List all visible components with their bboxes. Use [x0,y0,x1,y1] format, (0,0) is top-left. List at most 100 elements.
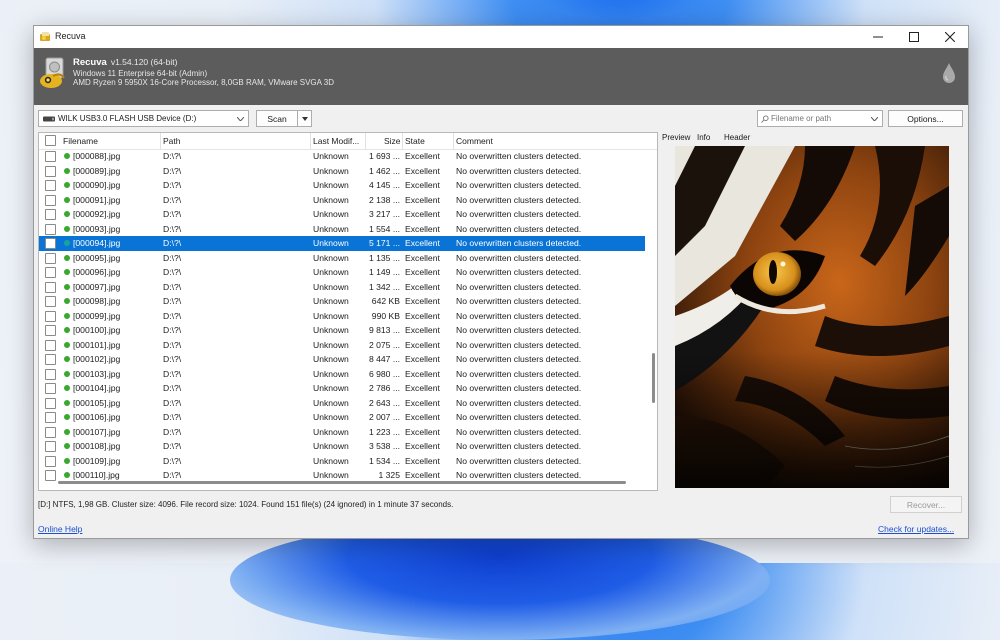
column-state[interactable]: State [405,136,425,146]
column-divider [365,133,366,149]
row-checkbox[interactable] [45,383,56,394]
table-row[interactable]: [000090].jpg D:\?\ Unknown 4 145 ... Excelle… [39,178,645,193]
cell-filename: [000096].jpg [73,267,121,277]
row-checkbox[interactable] [45,165,56,177]
table-row[interactable]: [000102].jpg D:\?\ Unknown 8 447 ... Excelle… [39,352,645,367]
cell-last-modified: Unknown [313,354,349,364]
table-row[interactable]: [000105].jpg D:\?\ Unknown 2 643 ... Excelle… [39,396,645,411]
table-row[interactable]: [000093].jpg D:\?\ Unknown 1 554 ... Excelle… [39,222,645,237]
list-header: Filename Path Last Modif... Size State C… [39,133,657,150]
row-checkbox[interactable] [45,339,56,351]
table-row[interactable]: [000109].jpg D:\?\ Unknown 1 534 ... Excelle… [39,454,645,469]
table-row[interactable]: [000108].jpg D:\?\ Unknown 3 538 ... Excelle… [39,439,645,454]
cell-last-modified: Unknown [313,426,349,437]
check-updates-link[interactable]: Check for updates... [878,524,954,534]
search-placeholder: Filename or path [771,114,832,123]
row-checkbox[interactable] [45,296,56,307]
column-comment[interactable]: Comment [456,136,493,146]
table-row[interactable]: [000089].jpg D:\?\ Unknown 1 462 ... Excelle… [39,164,645,179]
filename-search-input[interactable]: Filename or path [757,110,883,127]
table-row[interactable]: [000101].jpg D:\?\ Unknown 2 075 ... Excelle… [39,338,645,353]
row-checkbox[interactable] [45,238,56,249]
cell-state: Excellent [405,238,440,248]
tab-preview[interactable]: Preview [662,133,690,142]
cell-last-modified: Unknown [313,412,349,422]
horizontal-scrollbar[interactable] [58,481,626,484]
cell-path: D:\?\ [163,412,182,422]
row-checkbox[interactable] [45,267,56,278]
cell-filename: [000102].jpg [73,354,121,364]
cell-state: Excellent [405,325,440,335]
cell-comment: No overwritten clusters detected. [456,252,582,263]
table-row[interactable]: [000107].jpg D:\?\ Unknown 1 223 ... Excelle… [39,425,645,440]
select-all-checkbox[interactable] [45,135,56,146]
drive-selector[interactable]: WILK USB3.0 FLASH USB Device (D:) [38,110,249,127]
maximize-button[interactable] [896,26,932,48]
row-checkbox[interactable] [45,368,56,380]
row-checkbox[interactable] [45,455,56,467]
options-button[interactable]: Options... [888,110,963,127]
cell-state: Excellent [405,252,440,263]
table-row[interactable]: [000095].jpg D:\?\ Unknown 1 135 ... Excelle… [39,251,645,266]
recuva-window: Recuva Recuva v1.54.120 (64-bit) Windows … [33,25,969,539]
row-checkbox[interactable] [45,426,56,438]
minimize-button[interactable] [860,26,896,48]
os-info: Windows 11 Enterprise 64-bit (Admin) [73,69,208,78]
row-checkbox[interactable] [45,325,56,336]
online-help-link[interactable]: Online Help [38,524,82,534]
cell-filename: [000099].jpg [73,310,121,321]
chevron-down-icon [237,117,244,121]
cell-filename: [000107].jpg [73,426,121,437]
row-checkbox[interactable] [45,194,56,206]
cell-last-modified: Unknown [313,397,349,408]
column-divider [160,133,161,149]
row-checkbox[interactable] [45,281,56,293]
column-last-modified[interactable]: Last Modif... [313,136,359,146]
scan-button[interactable]: Scan [256,110,298,127]
close-button[interactable] [932,26,968,48]
cell-last-modified: Unknown [313,455,349,466]
scan-status: [D:] NTFS, 1,98 GB. Cluster size: 4096. … [38,500,454,509]
file-list[interactable]: Filename Path Last Modif... Size State C… [38,132,658,491]
cell-size: 1 462 ... [368,165,400,176]
column-path[interactable]: Path [163,136,181,146]
table-row[interactable]: [000100].jpg D:\?\ Unknown 9 813 ... Excelle… [39,323,645,338]
state-indicator-icon [64,457,70,464]
tab-header[interactable]: Header [724,133,750,142]
table-row[interactable]: [000106].jpg D:\?\ Unknown 2 007 ... Excelle… [39,410,645,425]
table-row[interactable]: [000096].jpg D:\?\ Unknown 1 149 ... Excelle… [39,265,645,280]
table-row[interactable]: [000099].jpg D:\?\ Unknown 990 KB Excellent N… [39,309,645,324]
tab-info[interactable]: Info [697,133,710,142]
recover-button[interactable]: Recover... [890,496,962,513]
cell-state: Excellent [405,368,440,379]
column-filename[interactable]: Filename [63,136,98,146]
table-row[interactable]: [000091].jpg D:\?\ Unknown 2 138 ... Excelle… [39,193,645,208]
scan-options-dropdown[interactable] [297,110,312,127]
row-checkbox[interactable] [45,470,56,481]
cell-state: Excellent [405,296,440,306]
table-row[interactable]: [000094].jpg D:\?\ Unknown 5 171 ... Excelle… [39,236,645,251]
column-size[interactable]: Size [384,136,401,146]
row-checkbox[interactable] [45,151,56,162]
recuva-app-icon [40,32,50,41]
row-checkbox[interactable] [45,397,56,409]
table-row[interactable]: [000088].jpg D:\?\ Unknown 1 693 ... Excelle… [39,149,645,164]
row-checkbox[interactable] [45,412,56,423]
row-checkbox[interactable] [45,354,56,365]
table-row[interactable]: [000104].jpg D:\?\ Unknown 2 786 ... Excelle… [39,381,645,396]
row-checkbox[interactable] [45,223,56,235]
table-row[interactable]: [000098].jpg D:\?\ Unknown 642 KB Excellent N… [39,294,645,309]
cell-comment: No overwritten clusters detected. [456,325,582,335]
table-row[interactable]: [000097].jpg D:\?\ Unknown 1 342 ... Excelle… [39,280,645,295]
table-row[interactable]: [000092].jpg D:\?\ Unknown 3 217 ... Excelle… [39,207,645,222]
column-divider [310,133,311,149]
cell-path: D:\?\ [163,310,182,321]
usb-drive-icon [43,116,55,121]
row-checkbox[interactable] [45,209,56,220]
row-checkbox[interactable] [45,441,56,452]
table-row[interactable]: [000103].jpg D:\?\ Unknown 6 980 ... Excelle… [39,367,645,382]
row-checkbox[interactable] [45,310,56,322]
vertical-scrollbar[interactable] [652,353,655,403]
row-checkbox[interactable] [45,180,56,191]
row-checkbox[interactable] [45,252,56,264]
